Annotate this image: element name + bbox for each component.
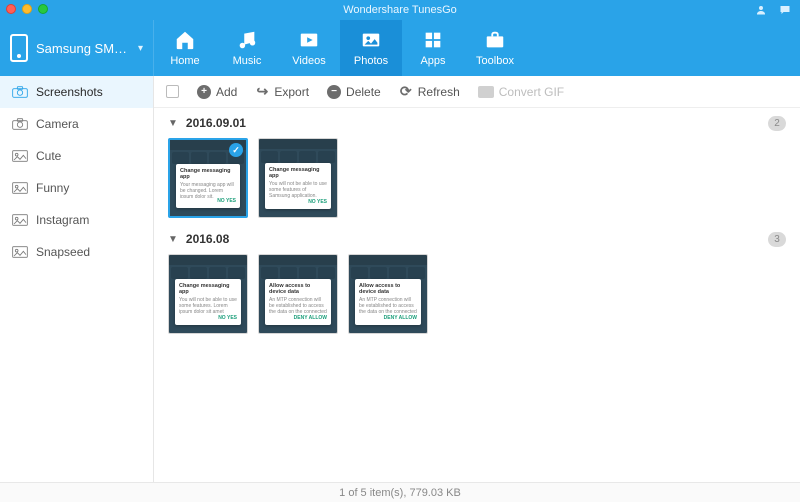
photo-thumbnail[interactable]: Allow access to device dataAn MTP connec… (258, 254, 338, 334)
close-window-button[interactable] (6, 4, 16, 14)
photo-group: ▼ 2016.08 3 Change messaging appYou will… (168, 232, 786, 334)
add-button[interactable]: + Add (197, 85, 237, 99)
tab-label: Home (170, 55, 199, 67)
photo-group: ▼ 2016.09.01 2 Change messaging appYour … (168, 116, 786, 218)
phone-icon (10, 34, 28, 62)
music-icon (236, 29, 258, 51)
selected-check-icon (229, 143, 243, 157)
select-all-checkbox[interactable] (166, 85, 179, 98)
image-icon (12, 245, 28, 259)
minus-icon: − (327, 85, 341, 99)
tab-videos[interactable]: Videos (278, 20, 340, 76)
gif-icon (478, 86, 494, 98)
sidebar-item-snapseed[interactable]: Snapseed (0, 236, 153, 268)
sidebar-item-cute[interactable]: Cute (0, 140, 153, 172)
sidebar-item-label: Instagram (36, 213, 89, 227)
header: Samsung SM-G… ▾ Home Music Videos Photos… (0, 20, 800, 76)
sidebar-item-label: Funny (36, 181, 69, 195)
thumb-dialog-actions: NO YES (269, 199, 327, 205)
camera-icon (12, 85, 28, 99)
export-icon: ↪ (255, 85, 269, 99)
window-controls (6, 4, 48, 14)
tab-label: Toolbox (476, 55, 514, 67)
status-text: 1 of 5 item(s), 779.03 KB (339, 487, 461, 499)
button-label: Delete (346, 85, 381, 99)
sidebar-item-label: Snapseed (36, 245, 90, 259)
tab-music[interactable]: Music (216, 20, 278, 76)
sidebar-item-label: Camera (36, 117, 79, 131)
photo-thumbnail[interactable]: Allow access to device dataAn MTP connec… (348, 254, 428, 334)
tab-apps[interactable]: Apps (402, 20, 464, 76)
thumb-dialog-actions: NO YES (180, 198, 236, 204)
sidebar-item-funny[interactable]: Funny (0, 172, 153, 204)
image-icon (12, 181, 28, 195)
status-bar: 1 of 5 item(s), 779.03 KB (0, 482, 800, 502)
group-header[interactable]: ▼ 2016.09.01 2 (168, 116, 786, 130)
photo-grid: ▼ 2016.09.01 2 Change messaging appYour … (154, 108, 800, 482)
photo-thumbnail[interactable]: Change messaging appYou will not be able… (168, 254, 248, 334)
tab-label: Music (233, 55, 262, 67)
export-button[interactable]: ↪ Export (255, 85, 309, 99)
photo-thumbnail[interactable]: Change messaging appYou will not be able… (258, 138, 338, 218)
sidebar-item-instagram[interactable]: Instagram (0, 204, 153, 236)
refresh-icon: ⟳ (399, 85, 413, 99)
thumb-dialog-actions: DENY ALLOW (269, 315, 327, 321)
camera-icon (12, 117, 28, 131)
group-count-badge: 3 (768, 232, 786, 247)
thumb-dialog-title: Allow access to device data (269, 283, 327, 295)
sidebar-item-label: Cute (36, 149, 61, 163)
tab-label: Photos (354, 55, 388, 67)
minimize-window-button[interactable] (22, 4, 32, 14)
button-label: Add (216, 85, 237, 99)
zoom-window-button[interactable] (38, 4, 48, 14)
sidebar-item-screenshots[interactable]: Screenshots (0, 76, 153, 108)
chevron-down-icon: ▼ (168, 234, 178, 245)
button-label: Export (274, 85, 309, 99)
image-icon (12, 149, 28, 163)
chevron-down-icon: ▼ (168, 118, 178, 129)
thumb-dialog-title: Change messaging app (269, 167, 327, 179)
tab-home[interactable]: Home (154, 20, 216, 76)
thumb-dialog-title: Allow access to device data (359, 283, 417, 295)
tab-photos[interactable]: Photos (340, 20, 402, 76)
tab-label: Apps (420, 55, 445, 67)
sidebar: Screenshots Camera Cute Funny Instagram … (0, 76, 154, 482)
group-count-badge: 2 (768, 116, 786, 131)
account-icon[interactable] (754, 3, 768, 17)
feedback-icon[interactable] (778, 3, 792, 17)
toolbar: + Add ↪ Export − Delete ⟳ Refresh Conver… (154, 76, 800, 108)
sidebar-item-camera[interactable]: Camera (0, 108, 153, 140)
toolbox-icon (484, 29, 506, 51)
button-label: Convert GIF (499, 85, 564, 99)
tab-toolbox[interactable]: Toolbox (464, 20, 526, 76)
delete-button[interactable]: − Delete (327, 85, 381, 99)
group-title: 2016.09.01 (186, 116, 246, 130)
convert-gif-button[interactable]: Convert GIF (478, 85, 564, 99)
tab-label: Videos (292, 55, 325, 67)
thumb-dialog-actions: NO YES (179, 315, 237, 321)
image-icon (12, 213, 28, 227)
sidebar-item-label: Screenshots (36, 85, 103, 99)
home-icon (174, 29, 196, 51)
window-title: Wondershare TunesGo (343, 4, 457, 16)
thumb-dialog-actions: DENY ALLOW (359, 315, 417, 321)
chevron-down-icon: ▾ (138, 43, 143, 54)
device-selector[interactable]: Samsung SM-G… ▾ (0, 20, 154, 76)
photos-icon (360, 29, 382, 51)
title-bar: Wondershare TunesGo (0, 0, 800, 20)
plus-icon: + (197, 85, 211, 99)
thumb-dialog-title: Change messaging app (180, 168, 236, 180)
device-name: Samsung SM-G… (36, 41, 130, 56)
group-title: 2016.08 (186, 232, 229, 246)
apps-icon (422, 29, 444, 51)
refresh-button[interactable]: ⟳ Refresh (399, 85, 460, 99)
photo-thumbnail[interactable]: Change messaging appYour messaging app w… (168, 138, 248, 218)
thumb-dialog-title: Change messaging app (179, 283, 237, 295)
main-tabs: Home Music Videos Photos Apps Toolbox (154, 20, 526, 76)
button-label: Refresh (418, 85, 460, 99)
group-header[interactable]: ▼ 2016.08 3 (168, 232, 786, 246)
videos-icon (298, 29, 320, 51)
